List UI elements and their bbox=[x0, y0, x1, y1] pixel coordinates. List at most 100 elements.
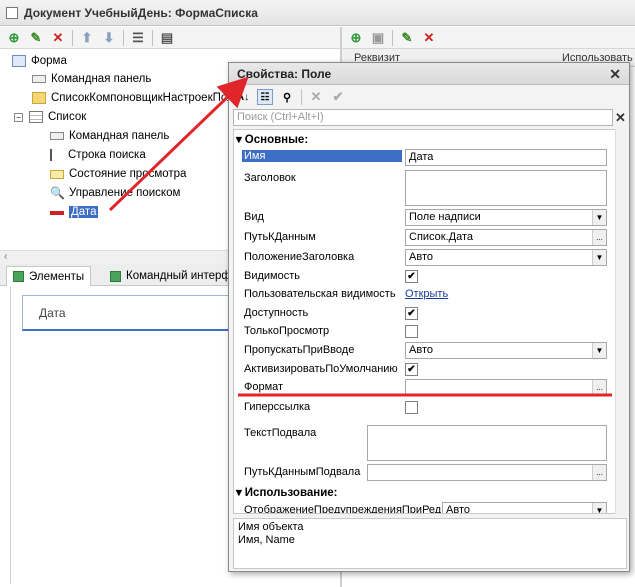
toolbar-separator bbox=[123, 29, 124, 46]
scroll-left-icon[interactable]: ‹ bbox=[4, 251, 7, 262]
prop-footer-field[interactable] bbox=[367, 425, 607, 461]
dialog-toolbar: A↓ ☷ ⚲ ✕ ✔ bbox=[229, 86, 629, 108]
prop-name-field[interactable]: Дата bbox=[405, 149, 607, 166]
prop-titlepos-value: Авто bbox=[409, 251, 433, 263]
tab-elements[interactable]: Элементы bbox=[6, 266, 92, 286]
tree-item-search-control[interactable]: 🔍 Управление поиском bbox=[50, 184, 180, 202]
prop-hyperlink-label: Гиперссылка bbox=[244, 401, 311, 413]
add-group-icon[interactable]: ▣ bbox=[370, 30, 386, 46]
dropdown-arrow-icon[interactable]: ▼ bbox=[592, 250, 606, 265]
prop-format-field[interactable]: ... bbox=[405, 379, 607, 396]
prop-caption-label: Заголовок bbox=[244, 172, 296, 184]
tree-item-settings-composer[interactable]: СписокКомпоновщикНастроекПол bbox=[32, 89, 234, 107]
sort-alpha-icon[interactable]: A↓ bbox=[235, 89, 251, 105]
move-up-icon[interactable]: ⬆ bbox=[79, 30, 95, 46]
prop-datapath-label: ПутьКДанным bbox=[244, 231, 316, 243]
prop-datapath-value: Список.Дата bbox=[409, 231, 474, 243]
prop-activate-label: АктивизироватьПоУмолчанию bbox=[244, 363, 398, 375]
prop-activate-checkbox[interactable]: ✔ bbox=[405, 363, 418, 376]
prop-view-label: Вид bbox=[244, 211, 264, 223]
search-string-icon bbox=[50, 149, 56, 161]
description-line-1: Имя объекта bbox=[238, 521, 304, 533]
edit-pencil-icon[interactable]: ✎ bbox=[28, 30, 44, 46]
prop-hyperlink-checkbox[interactable] bbox=[405, 401, 418, 414]
group-use[interactable]: Использование: bbox=[236, 485, 338, 499]
description-line-2: Имя, Name bbox=[238, 534, 295, 546]
tree-item-form[interactable]: Форма bbox=[12, 52, 67, 70]
tab-label: Командный интерф bbox=[126, 270, 231, 282]
apply-icon[interactable]: ✔ bbox=[330, 89, 346, 105]
prop-datapath-field[interactable]: Список.Дата ... bbox=[405, 229, 607, 246]
tree-item-label: Командная панель bbox=[51, 73, 152, 85]
search-clear-icon[interactable]: ✕ bbox=[615, 110, 626, 126]
tree-item-label: Форма bbox=[31, 55, 67, 67]
dropdown-arrow-icon[interactable]: ▼ bbox=[592, 210, 606, 225]
delete-icon[interactable]: ✕ bbox=[50, 30, 66, 46]
tab-command-interface[interactable]: Командный интерф bbox=[104, 266, 237, 286]
prop-caption-field[interactable] bbox=[405, 170, 607, 206]
tree-item-date[interactable]: Дата bbox=[50, 203, 99, 221]
categories-icon[interactable]: ☷ bbox=[257, 89, 273, 105]
tree-item-command-panel[interactable]: Командная панель bbox=[32, 70, 151, 88]
prop-view-value: Поле надписи bbox=[409, 211, 481, 223]
form-icon bbox=[12, 55, 26, 67]
prop-warn-value: Авто bbox=[446, 504, 470, 514]
property-grid: Основные: Имя Дата Заголовок Вид Поле на… bbox=[233, 129, 627, 514]
tree-item-search-string[interactable]: Строка поиска bbox=[50, 146, 146, 164]
window-title-bar: Документ УчебныйДень: ФормаСписка bbox=[0, 0, 635, 26]
close-icon[interactable]: ✕ bbox=[609, 66, 621, 83]
prop-warn-select[interactable]: Авто ▼ bbox=[442, 502, 607, 514]
clear-icon[interactable]: ✕ bbox=[308, 89, 324, 105]
move-down-icon[interactable]: ⬇ bbox=[101, 30, 117, 46]
prop-titlepos-select[interactable]: Авто ▼ bbox=[405, 249, 607, 266]
tree-item-label: СписокКомпоновщикНастроекПол bbox=[51, 92, 234, 104]
prop-skip-select[interactable]: Авто ▼ bbox=[405, 342, 607, 359]
prop-enabled-label: Доступность bbox=[244, 307, 309, 319]
properties-icon[interactable]: ▤ bbox=[159, 30, 175, 46]
prop-uservis-label: Пользовательская видимость bbox=[244, 288, 396, 300]
edit-pencil-icon[interactable]: ✎ bbox=[399, 30, 415, 46]
dialog-title-bar[interactable]: Свойства: Поле bbox=[229, 63, 629, 85]
select-dots-icon[interactable]: ... bbox=[592, 230, 606, 245]
tree-item-list[interactable]: − Список bbox=[14, 108, 86, 126]
form-preview-date-field[interactable]: Дата bbox=[22, 295, 258, 331]
dropdown-arrow-icon[interactable]: ▼ bbox=[592, 343, 606, 358]
list-menu-icon[interactable]: ☰ bbox=[130, 30, 146, 46]
tree-item-label: Список bbox=[48, 111, 87, 123]
prop-enabled-checkbox[interactable]: ✔ bbox=[405, 307, 418, 320]
select-dots-icon[interactable]: ... bbox=[592, 380, 606, 395]
add-requisite-icon[interactable]: ⊕ bbox=[348, 30, 364, 46]
prop-readonly-checkbox[interactable] bbox=[405, 325, 418, 338]
window-title: Документ УчебныйДень: ФормаСписка bbox=[24, 5, 258, 20]
delete-icon[interactable]: ✕ bbox=[421, 30, 437, 46]
prop-name-label[interactable]: Имя bbox=[242, 150, 402, 162]
collapse-icon[interactable]: − bbox=[14, 112, 23, 122]
toolbar-separator bbox=[301, 89, 302, 105]
dropdown-arrow-icon[interactable]: ▼ bbox=[592, 503, 606, 513]
folder-icon bbox=[32, 92, 46, 104]
field-icon bbox=[50, 210, 64, 215]
prop-footerpath-field[interactable]: ... bbox=[367, 464, 607, 481]
command-panel-icon bbox=[50, 132, 64, 140]
property-grid-scrollbar[interactable] bbox=[615, 129, 627, 514]
filter-icon[interactable]: ⚲ bbox=[279, 89, 295, 105]
prop-readonly-label: ТолькоПросмотр bbox=[244, 325, 330, 337]
requisites-toolbar: ⊕ ▣ ✎ ✕ bbox=[342, 27, 635, 49]
select-dots-icon[interactable]: ... bbox=[592, 465, 606, 480]
prop-warn-label: ОтображениеПредупрежденияПриРед bbox=[244, 504, 442, 514]
search-placeholder: Поиск (Ctrl+Alt+I) bbox=[237, 111, 324, 123]
add-icon[interactable]: ⊕ bbox=[6, 30, 22, 46]
document-icon bbox=[6, 6, 18, 19]
property-search-input[interactable]: Поиск (Ctrl+Alt+I) bbox=[233, 109, 613, 126]
property-description: Имя объекта Имя, Name bbox=[233, 518, 627, 569]
command-panel-icon bbox=[32, 75, 46, 83]
prop-view-select[interactable]: Поле надписи ▼ bbox=[405, 209, 607, 226]
group-main[interactable]: Основные: bbox=[236, 132, 308, 146]
prop-skip-value: Авто bbox=[409, 344, 433, 356]
tree-item-list-command-panel[interactable]: Командная панель bbox=[50, 127, 169, 145]
prop-visible-label: Видимость bbox=[244, 270, 300, 282]
prop-visible-checkbox[interactable]: ✔ bbox=[405, 270, 418, 283]
tree-item-view-state[interactable]: Состояние просмотра bbox=[50, 165, 186, 183]
prop-uservis-link[interactable]: Открыть bbox=[405, 288, 448, 300]
tree-item-label: Командная панель bbox=[69, 130, 170, 142]
